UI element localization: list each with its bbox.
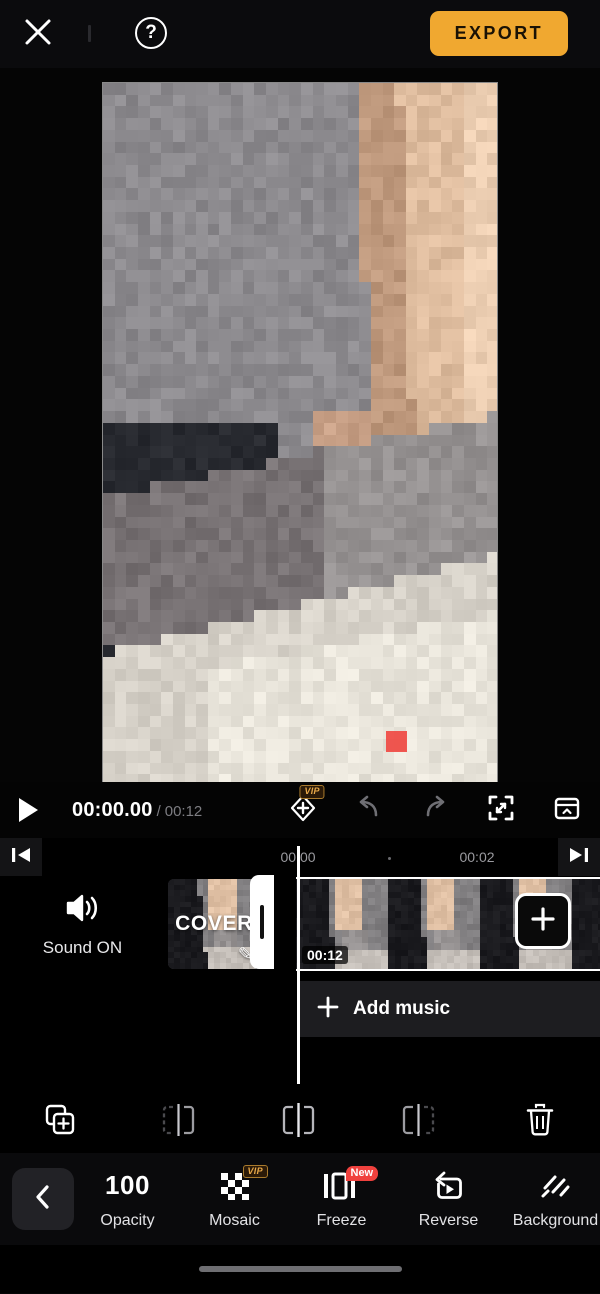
- clip-actions-bar: [0, 1091, 600, 1153]
- timeline: Sound ON COVER ✎ 00:12 Add music: [0, 846, 600, 1091]
- playhead[interactable]: [297, 846, 300, 1084]
- video-preview-frame[interactable]: [102, 82, 498, 785]
- help-button[interactable]: ?: [128, 10, 174, 56]
- sound-label: Sound ON: [42, 938, 123, 957]
- video-editor-app: ? EXPORT 00:00.00 / 00:12 VIP 00:02 Soun…: [0, 0, 600, 1294]
- trim-right-button[interactable]: [360, 1091, 480, 1153]
- speaker-on-icon: [63, 890, 103, 931]
- total-time: 00:12: [164, 802, 203, 820]
- red-square-marker: [386, 731, 407, 752]
- skip-previous-icon: [10, 846, 32, 869]
- system-nav-area: [0, 1245, 600, 1293]
- ruler-track[interactable]: 00:0000:02: [42, 838, 558, 876]
- cover-thumbnail[interactable]: COVER ✎: [168, 879, 260, 969]
- ruler-tick-dot: [388, 857, 391, 860]
- timeline-ruler: 00:0000:02: [0, 838, 600, 876]
- tool-label: Opacity: [100, 1211, 155, 1229]
- tool-freeze[interactable]: New Freeze: [288, 1153, 395, 1245]
- time-separator: /: [156, 802, 161, 820]
- thumbnail-image: [572, 879, 600, 969]
- vip-badge: VIP: [299, 785, 325, 799]
- tool-background[interactable]: Background: [502, 1153, 600, 1245]
- current-time: 00:00.00: [72, 798, 153, 821]
- add-clip-button[interactable]: [515, 893, 571, 949]
- tool-label: Background: [512, 1211, 599, 1229]
- close-icon: [23, 17, 53, 52]
- app-header: ? EXPORT: [0, 0, 600, 68]
- add-music-button[interactable]: Add music: [297, 981, 600, 1037]
- video-frame-image: [103, 83, 497, 784]
- add-music-label: Add music: [353, 998, 451, 1019]
- export-button[interactable]: EXPORT: [429, 11, 568, 56]
- opacity-value: 100: [105, 1170, 150, 1200]
- trim-left-button[interactable]: [120, 1091, 240, 1153]
- split-clip-button[interactable]: [240, 1091, 360, 1153]
- play-icon: [18, 798, 38, 822]
- back-button[interactable]: [12, 1168, 74, 1230]
- vip-badge: VIP: [242, 1164, 268, 1179]
- playback-tools: VIP: [270, 782, 600, 838]
- freeze-icon: New: [321, 1165, 379, 1203]
- skip-next-icon: [568, 846, 590, 869]
- bottom-toolbar: 100 Opacity VIP Mosaic New Freeze Revers…: [0, 1153, 600, 1245]
- redo-icon: [420, 794, 450, 827]
- film-thumbnail: 00:12: [296, 879, 388, 969]
- mosaic-icon: VIP: [218, 1164, 268, 1203]
- close-button[interactable]: [14, 10, 62, 58]
- header-divider: [88, 25, 91, 42]
- preview-area: [0, 68, 600, 785]
- plus-icon: [316, 995, 340, 1024]
- delete-clip-icon: [524, 1103, 556, 1142]
- playback-bar: 00:00.00 / 00:12 VIP: [0, 782, 600, 838]
- trim-right-icon: [400, 1103, 440, 1142]
- ruler-tick-label: 00:02: [459, 849, 495, 865]
- tool-label: Mosaic: [209, 1211, 260, 1229]
- clip-duration-badge: 00:12: [302, 946, 348, 964]
- play-button[interactable]: [0, 782, 56, 838]
- tool-label: Reverse: [418, 1211, 479, 1229]
- tool-mosaic[interactable]: VIP Mosaic: [181, 1153, 288, 1245]
- undo-button[interactable]: [336, 782, 402, 838]
- chevron-left-icon: [31, 1183, 55, 1216]
- fullscreen-button[interactable]: [468, 782, 534, 838]
- collapse-panel-icon: [553, 794, 581, 827]
- duplicate-clip-button[interactable]: [0, 1091, 120, 1153]
- duplicate-clip-icon: [43, 1103, 77, 1142]
- skip-next-button[interactable]: [558, 838, 600, 876]
- enhance-button[interactable]: VIP: [270, 782, 336, 838]
- time-display: 00:00.00 / 00:12: [72, 799, 202, 822]
- home-indicator: [198, 1266, 402, 1272]
- tool-label: Freeze: [316, 1211, 367, 1229]
- opacity-value-glyph: 100: [105, 1169, 150, 1203]
- delete-clip-button[interactable]: [480, 1091, 600, 1153]
- tool-opacity[interactable]: 100 Opacity: [74, 1153, 181, 1245]
- undo-icon: [354, 794, 384, 827]
- clip-trim-handle-left[interactable]: [250, 875, 274, 969]
- redo-button[interactable]: [402, 782, 468, 838]
- help-circle-icon: ?: [135, 17, 167, 49]
- split-clip-icon: [280, 1102, 320, 1142]
- thumbnail-image: [388, 879, 480, 969]
- collapse-panel-button[interactable]: [534, 782, 600, 838]
- trim-left-icon: [160, 1103, 200, 1142]
- background-stripes-icon: [539, 1169, 573, 1203]
- plus-icon: [528, 904, 558, 939]
- new-badge: New: [345, 1165, 379, 1182]
- clip-track: 00:12: [250, 875, 600, 972]
- tool-reverse[interactable]: Reverse: [395, 1153, 502, 1245]
- film-thumbnail: [572, 879, 600, 969]
- reverse-icon: [431, 1169, 467, 1203]
- film-thumbnail: [388, 879, 480, 969]
- handle-grip: [260, 905, 264, 939]
- skip-previous-button[interactable]: [0, 838, 42, 876]
- sound-toggle[interactable]: Sound ON: [0, 876, 165, 972]
- tool-list: 100 Opacity VIP Mosaic New Freeze Revers…: [74, 1153, 600, 1245]
- fullscreen-icon: [487, 794, 515, 827]
